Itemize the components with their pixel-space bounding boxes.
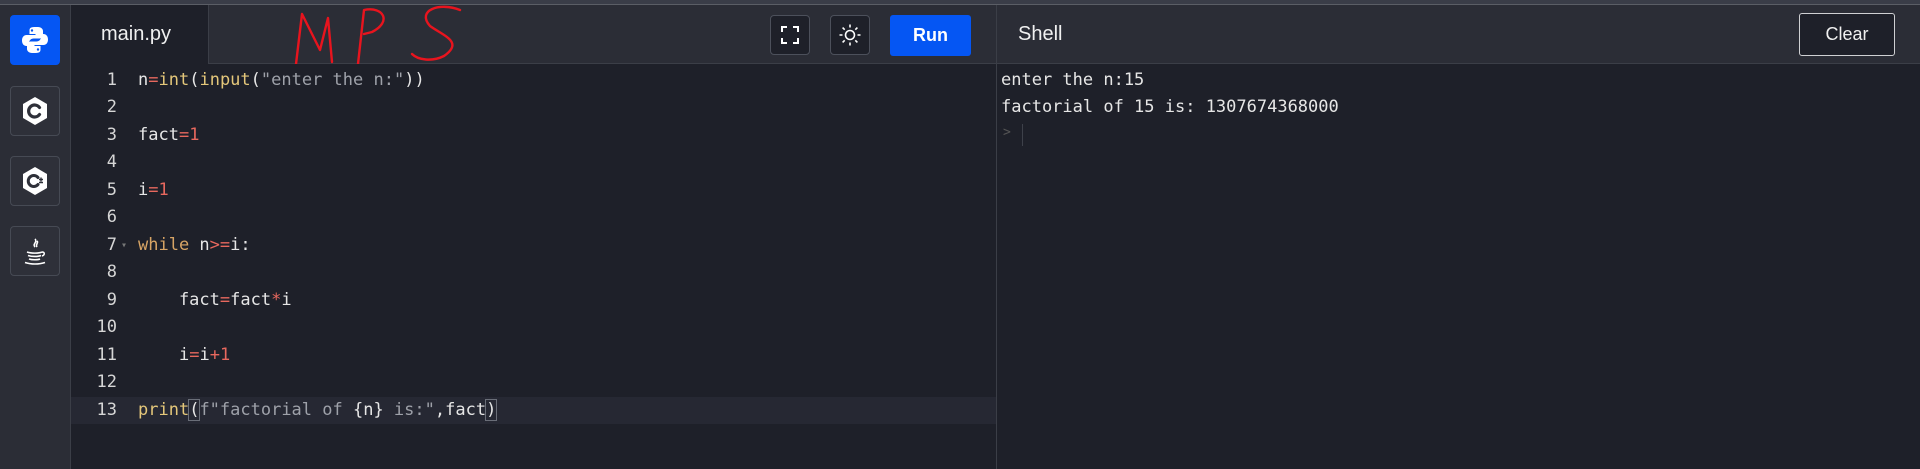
code-line: 10 [71, 314, 996, 341]
code-editor[interactable]: 1 n=int(input("enter the n:")) 2 3 fact=… [71, 64, 996, 469]
shell-title: Shell [1018, 23, 1063, 45]
language-c-button[interactable] [10, 86, 60, 136]
fullscreen-icon [781, 26, 799, 44]
code-text: i=i+1 [138, 345, 231, 365]
shell-prompt: > [1003, 125, 1011, 140]
line-number: 1 [106, 70, 117, 90]
line-number: 9 [106, 290, 117, 310]
shell-input-cursor[interactable] [1022, 124, 1023, 146]
line-number: 8 [106, 262, 117, 282]
line-number: 6 [106, 207, 117, 227]
shell-output-line: factorial of 15 is: 1307674368000 [1001, 97, 1339, 117]
code-line-active: 13 print(f"factorial of {n} is:",fact) [71, 397, 996, 424]
line-number: 7 [106, 235, 117, 255]
code-line: 1 n=int(input("enter the n:")) [71, 67, 996, 94]
code-line: 11 i=i+1 [71, 342, 996, 369]
line-number: 12 [96, 372, 117, 392]
code-text: fact=1 [138, 125, 200, 145]
code-line: 8 [71, 259, 996, 286]
clear-button[interactable]: Clear [1799, 13, 1895, 56]
language-cpp-button[interactable] [10, 156, 60, 206]
code-line: 6 [71, 204, 996, 231]
tab-main-py[interactable]: main.py [71, 5, 209, 64]
code-text: print(f"factorial of {n} is:",fact) [138, 399, 498, 421]
run-label: Run [913, 25, 948, 45]
java-icon [24, 238, 46, 265]
code-line: 9 fact=fact*i [71, 287, 996, 314]
handwritten-annotation [294, 5, 462, 66]
line-number: 5 [106, 180, 117, 200]
language-python-button[interactable] [10, 15, 60, 65]
code-line: 4 [71, 149, 996, 176]
fullscreen-button[interactable] [770, 15, 810, 55]
line-number: 10 [96, 317, 117, 337]
code-line: 5 i=1 [71, 177, 996, 204]
code-text: i=1 [138, 180, 169, 200]
cpp-icon [23, 167, 47, 195]
python-icon [22, 27, 48, 53]
code-line: 7 ▾ while n>=i: [71, 232, 996, 259]
editor-toolbar: main.py Run [71, 5, 996, 64]
code-text: while n>=i: [138, 235, 251, 255]
clear-label: Clear [1825, 24, 1869, 44]
line-number: 13 [96, 400, 117, 420]
language-sidebar [0, 5, 71, 469]
line-number: 4 [106, 152, 117, 172]
code-line: 12 [71, 369, 996, 396]
shell-toolbar: Shell Clear [997, 5, 1920, 64]
tab-label: main.py [101, 23, 172, 45]
code-line: 2 [71, 94, 996, 121]
code-text: fact=fact*i [138, 290, 292, 310]
theme-toggle-icon [839, 24, 861, 46]
code-line: 3 fact=1 [71, 122, 996, 149]
fold-arrow-icon[interactable]: ▾ [121, 232, 127, 259]
line-number: 3 [106, 125, 117, 145]
c-icon [23, 97, 47, 125]
theme-toggle-button[interactable] [830, 15, 870, 55]
code-text: n=int(input("enter the n:")) [138, 70, 425, 90]
line-number: 11 [96, 345, 117, 365]
run-button[interactable]: Run [890, 15, 971, 56]
shell-output[interactable]: enter the n:15 factorial of 15 is: 13076… [997, 64, 1920, 469]
shell-output-line: enter the n:15 [1001, 70, 1145, 90]
line-number: 2 [106, 97, 117, 117]
language-java-button[interactable] [10, 226, 60, 276]
